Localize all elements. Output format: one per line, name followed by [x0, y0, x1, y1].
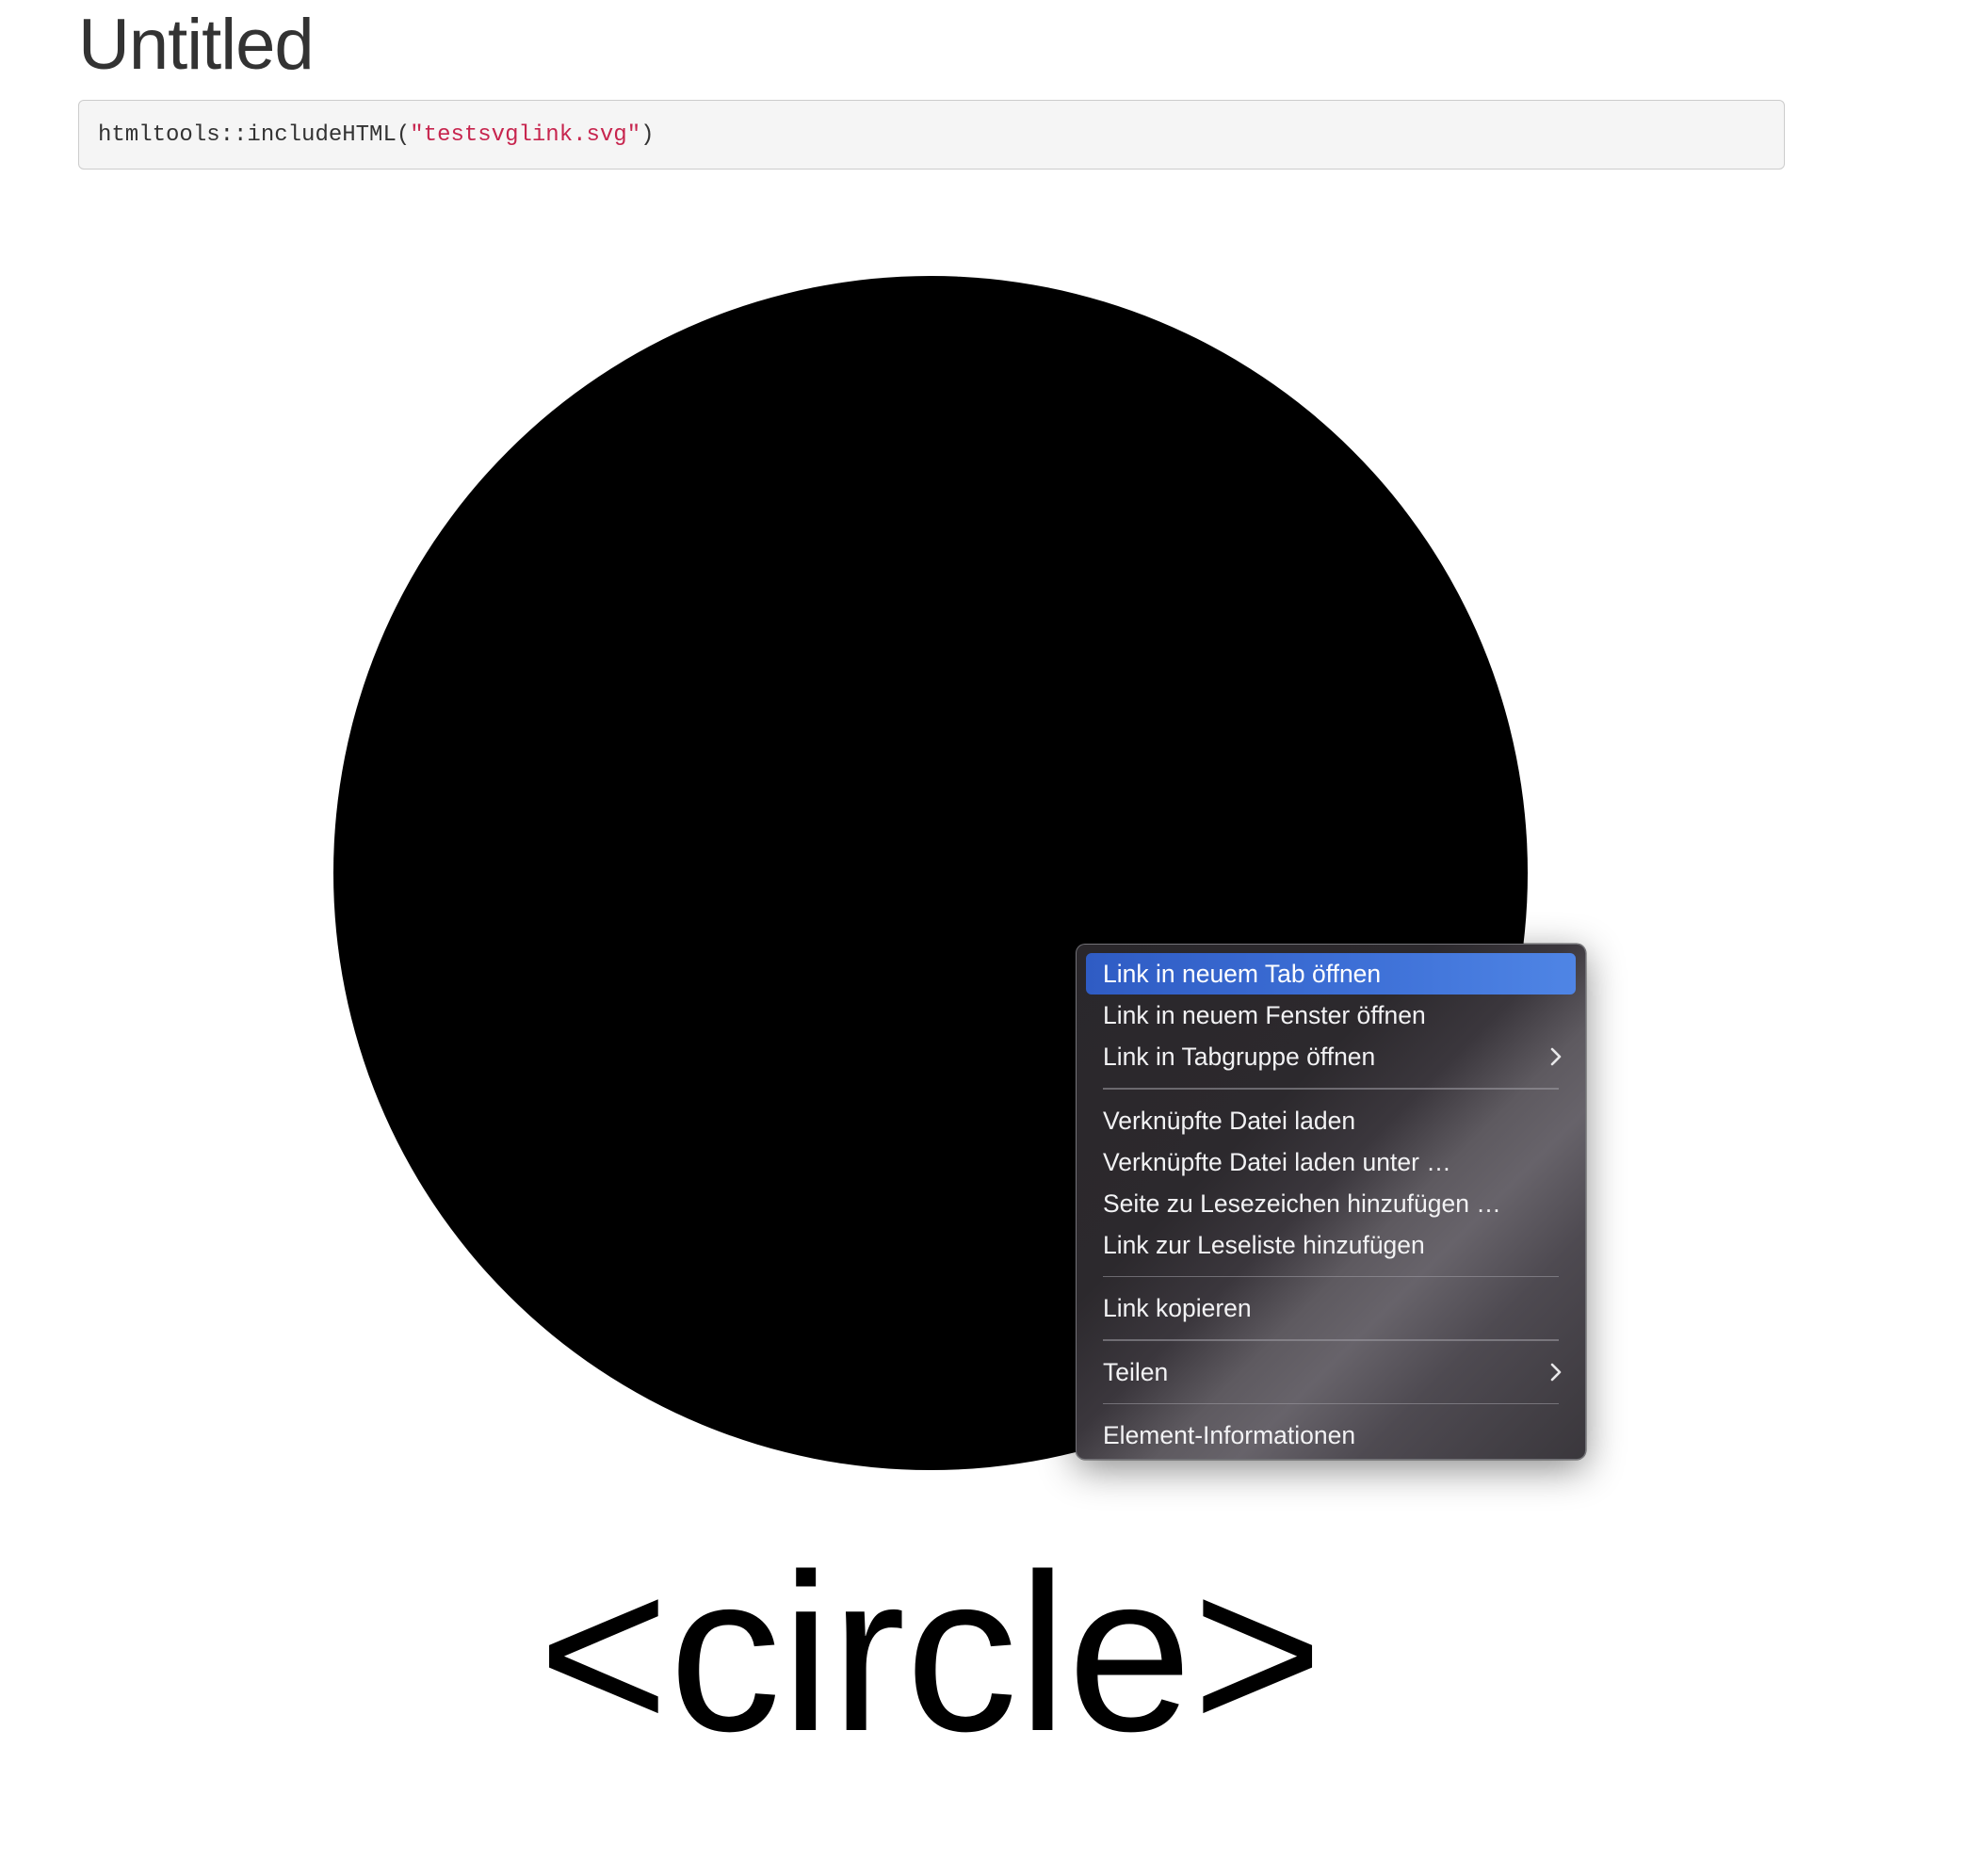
menu-item-teilen[interactable]: Teilen — [1086, 1351, 1576, 1393]
menu-item-label: Link in neuem Fenster öffnen — [1103, 1001, 1426, 1029]
menu-item-label: Element-Informationen — [1103, 1421, 1356, 1449]
svg-figure: <circle> — [333, 276, 1528, 1778]
menu-item-verknuepfte-datei-laden[interactable]: Verknüpfte Datei laden — [1086, 1100, 1576, 1141]
menu-item-label: Seite zu Lesezeichen hinzufügen … — [1103, 1189, 1501, 1218]
menu-item-label: Verknüpfte Datei laden unter … — [1103, 1147, 1451, 1176]
menu-separator — [1103, 1339, 1559, 1341]
menu-item-link-in-neuem-tab-oeffnen[interactable]: Link in neuem Tab öffnen — [1086, 953, 1576, 995]
menu-item-label: Link in Tabgruppe öffnen — [1103, 1043, 1376, 1071]
menu-item-label: Link in neuem Tab öffnen — [1103, 960, 1382, 988]
menu-item-label: Link kopieren — [1103, 1294, 1252, 1322]
menu-item-element-informationen[interactable]: Element-Informationen — [1086, 1415, 1576, 1456]
context-menu: Link in neuem Tab öffnen Link in neuem Fe… — [1076, 944, 1586, 1460]
menu-item-link-kopieren[interactable]: Link kopieren — [1086, 1287, 1576, 1329]
chevron-right-icon — [1549, 1351, 1563, 1393]
menu-item-verknuepfte-datei-laden-unter[interactable]: Verknüpfte Datei laden unter … — [1086, 1141, 1576, 1183]
circle-label[interactable]: <circle> — [538, 1528, 1322, 1778]
menu-item-label: Verknüpfte Datei laden — [1103, 1106, 1356, 1135]
menu-item-link-in-tabgruppe-oeffnen[interactable]: Link in Tabgruppe öffnen — [1086, 1036, 1576, 1077]
menu-separator — [1103, 1088, 1559, 1090]
menu-item-link-in-neuem-fenster-oeffnen[interactable]: Link in neuem Fenster öffnen — [1086, 995, 1576, 1036]
menu-item-link-zur-leseliste-hinzufuegen[interactable]: Link zur Leseliste hinzufügen — [1086, 1224, 1576, 1266]
chevron-right-icon — [1549, 1036, 1563, 1077]
menu-item-seite-zu-lesezeichen-hinzufuegen[interactable]: Seite zu Lesezeichen hinzufügen … — [1086, 1183, 1576, 1224]
menu-item-label: Link zur Leseliste hinzufügen — [1103, 1230, 1425, 1259]
menu-separator — [1103, 1275, 1559, 1277]
menu-item-label: Teilen — [1103, 1357, 1169, 1386]
menu-separator — [1103, 1402, 1559, 1404]
